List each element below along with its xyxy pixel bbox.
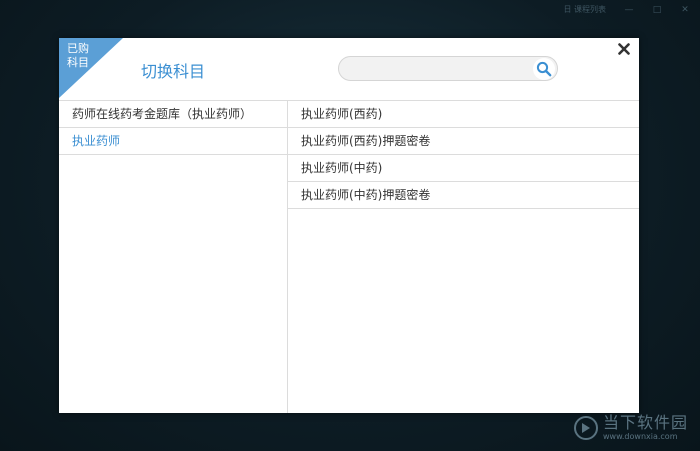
close-icon (618, 43, 630, 55)
window-close-icon[interactable]: ✕ (680, 5, 690, 15)
subject-item[interactable]: 执业药师(西药)押题密卷 (288, 128, 639, 155)
subject-item[interactable]: 执业药师(西药) (288, 101, 639, 128)
badge-line-2: 科目 (67, 56, 89, 69)
subject-list: 执业药师(西药) 执业药师(西药)押题密卷 执业药师(中药) 执业药师(中药)押… (288, 101, 639, 413)
subject-item[interactable]: 执业药师(中药) (288, 155, 639, 182)
dialog-title: 切换科目 (141, 62, 206, 81)
watermark-url: www.downxia.com (602, 432, 678, 441)
minimize-icon[interactable]: — (624, 5, 634, 15)
window-controls: 日 课程列表 — □ ✕ (563, 4, 690, 15)
subject-item[interactable]: 执业药师(中药)押题密卷 (288, 182, 639, 209)
watermark-name: 当下软件园 (602, 413, 688, 432)
maximize-icon[interactable]: □ (652, 5, 662, 15)
search-icon (536, 61, 552, 77)
category-item-licensed-pharmacist[interactable]: 执业药师 (59, 128, 287, 155)
search-box (338, 56, 558, 81)
dialog-header: 已购 科目 切换科目 (59, 38, 639, 100)
badge-line-1: 已购 (67, 42, 89, 55)
window-top-label[interactable]: 日 课程列表 (563, 4, 606, 15)
watermark-logo-icon (573, 416, 598, 440)
watermark: 当下软件园 www.downxia.com (573, 415, 688, 441)
switch-subject-dialog: 已购 科目 切换科目 药师在线药考金题库（执业药师） 执业药师 执业药师(西药)… (59, 38, 639, 413)
category-list: 药师在线药考金题库（执业药师） 执业药师 (59, 101, 288, 413)
search-input[interactable] (349, 60, 519, 77)
dialog-body: 药师在线药考金题库（执业药师） 执业药师 执业药师(西药) 执业药师(西药)押题… (59, 100, 639, 413)
dialog-close-button[interactable] (617, 42, 631, 56)
category-item-exam-bank[interactable]: 药师在线药考金题库（执业药师） (59, 101, 287, 128)
purchased-badge-text: 已购 科目 (67, 42, 93, 70)
search-button[interactable] (533, 58, 555, 80)
